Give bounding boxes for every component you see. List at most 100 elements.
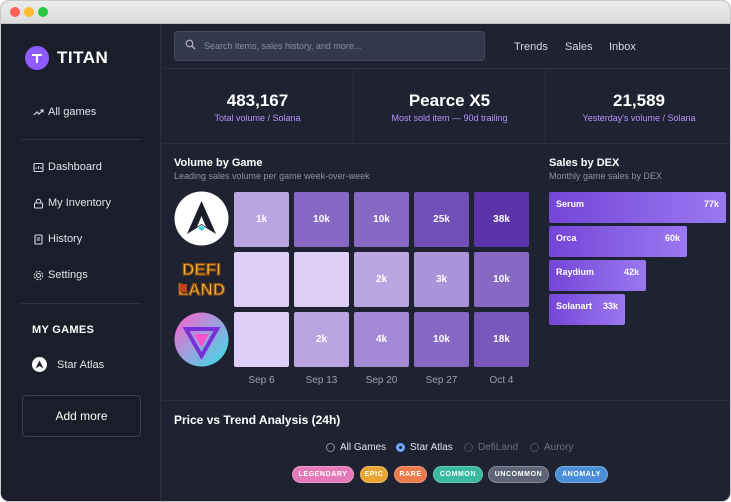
stat-yesterday-volume: 21,589 Yesterday's volume / Solana	[546, 69, 730, 144]
sidebar: TITAN All games Dashboard My Inventory H…	[1, 24, 161, 501]
heatmap-cell[interactable]: 38k	[474, 192, 529, 247]
sales-by-dex-title: Sales by DEX	[549, 157, 620, 169]
heatmap-cell[interactable]: 1k	[234, 192, 289, 247]
stat-label: Total volume / Solana	[214, 113, 301, 123]
dex-bar-value: 42k	[623, 267, 639, 277]
trending-icon	[32, 106, 44, 118]
dex-bar-value: 77k	[703, 199, 719, 209]
heatmap-cell[interactable]: 18k	[474, 312, 529, 367]
sidebar-item-label: Dashboard	[48, 161, 102, 173]
search-input[interactable]	[204, 41, 474, 51]
stat-value: 21,589	[613, 91, 665, 110]
nav-link-inbox[interactable]: Inbox	[609, 41, 636, 53]
rarity-uncommon-pill[interactable]: UNCOMMON	[488, 466, 549, 483]
heatmap-cell[interactable]: 10k	[414, 312, 469, 367]
sidebar-item-label: My Inventory	[48, 197, 111, 209]
filter-star-atlas[interactable]: Star Atlas	[396, 442, 453, 453]
dex-bar[interactable]: Solanart 33k	[549, 294, 625, 325]
radio-selected-icon	[396, 443, 405, 452]
week-label: Oct 4	[489, 375, 514, 386]
dex-bar-value: 60k	[664, 233, 680, 243]
dex-bar[interactable]: Serum 77k	[549, 192, 726, 223]
nav-link-trends[interactable]: Trends	[514, 41, 548, 53]
dashboard-icon	[32, 161, 44, 173]
filter-defiland[interactable]: DefiLand	[464, 442, 518, 453]
heatmap-cell[interactable]: 3k	[414, 252, 469, 307]
zoom-window-button[interactable]	[38, 7, 48, 17]
search-icon	[185, 37, 196, 55]
sidebar-item-label: History	[48, 233, 83, 245]
heatmap-cell[interactable]: 2k	[354, 252, 409, 307]
sidebar-item-label: Settings	[48, 269, 88, 281]
heatmap-cell[interactable]: 4k	[354, 312, 409, 367]
dex-bar-label: Raydium	[556, 267, 595, 277]
app-logo[interactable]: TITAN	[25, 46, 108, 70]
sidebar-item-my-inventory[interactable]: My Inventory	[32, 197, 111, 209]
heatmap-cell[interactable]	[234, 252, 289, 307]
filter-label: Star Atlas	[410, 442, 453, 453]
dex-bar-label: Solanart	[556, 301, 593, 311]
dex-bar[interactable]: Orca 60k	[549, 226, 687, 257]
stat-total-volume: 483,167 Total volume / Solana	[162, 69, 353, 144]
star-atlas-icon	[32, 357, 47, 372]
filter-label: All Games	[340, 442, 387, 453]
star-atlas-logo	[174, 191, 229, 246]
week-label: Sep 20	[365, 375, 398, 386]
stat-label: Most sold item — 90d trailing	[391, 113, 508, 123]
nav-link-sales[interactable]: Sales	[565, 41, 593, 53]
stat-most-sold-item: Pearce X5 Most sold item — 90d trailing	[354, 69, 545, 144]
week-label: Sep 27	[425, 375, 458, 386]
heatmap-cell[interactable]	[294, 252, 349, 307]
app-name: TITAN	[57, 48, 109, 67]
heatmap-cell[interactable]: 25k	[414, 192, 469, 247]
dex-bar[interactable]: Raydium 42k	[549, 260, 646, 291]
minimize-window-button[interactable]	[24, 7, 34, 17]
rarity-anomaly-pill[interactable]: ANOMALY	[555, 466, 608, 483]
heatmap-cell[interactable]: 10k	[474, 252, 529, 307]
sidebar-item-dashboard[interactable]: Dashboard	[32, 161, 102, 173]
my-games-heading: MY GAMES	[32, 324, 95, 336]
stat-label: Yesterday's volume / Solana	[582, 113, 696, 123]
filter-all-games[interactable]: All Games	[326, 442, 386, 453]
document-icon	[32, 233, 44, 245]
rarity-common-pill[interactable]: COMMON	[433, 466, 483, 483]
dex-bar-label: Serum	[556, 199, 585, 209]
aurory-logo	[174, 312, 229, 367]
window-titlebar	[1, 1, 730, 24]
sidebar-item-label: All games	[48, 106, 97, 118]
radio-icon	[530, 443, 539, 452]
sidebar-item-all-games[interactable]: All games	[32, 106, 96, 118]
titan-logo-icon	[25, 46, 49, 70]
week-label: Sep 6	[248, 375, 275, 386]
gear-icon	[32, 269, 44, 281]
heatmap-cell[interactable]: 2k	[294, 312, 349, 367]
filter-label: DefiLand	[478, 442, 519, 453]
app-window: TITAN All games Dashboard My Inventory H…	[0, 0, 731, 502]
sidebar-divider	[21, 303, 141, 304]
rarity-legendary-pill[interactable]: LEGENDARY	[292, 466, 354, 483]
stats-row: 483,167 Total volume / Solana Pearce X5 …	[162, 69, 730, 144]
add-more-button[interactable]: Add more	[22, 395, 141, 437]
sidebar-item-history[interactable]: History	[32, 233, 82, 245]
stat-value: Pearce X5	[408, 91, 491, 110]
sidebar-item-settings[interactable]: Settings	[32, 269, 88, 281]
close-window-button[interactable]	[10, 7, 20, 17]
heatmap-cell[interactable]: 10k	[354, 192, 409, 247]
volume-by-game-subtitle: Leading sales volume per game week-over-…	[174, 171, 370, 181]
radio-icon	[464, 443, 473, 452]
dex-bar-value: 33k	[602, 301, 618, 311]
dex-bar-label: Orca	[556, 233, 577, 243]
sidebar-divider	[21, 139, 141, 140]
search-box[interactable]	[174, 31, 485, 61]
defiland-logo: DEFI LAND	[174, 251, 229, 306]
heatmap-cell[interactable]	[234, 312, 289, 367]
section-divider	[162, 400, 730, 401]
radio-icon	[326, 443, 335, 452]
rarity-epic-pill[interactable]: EPIC	[360, 466, 388, 483]
sidebar-game-star-atlas[interactable]: Star Atlas	[32, 357, 104, 372]
rarity-rare-pill[interactable]: RARE	[394, 466, 427, 483]
filter-label: Aurory	[544, 442, 574, 453]
filter-aurory[interactable]: Aurory	[530, 442, 573, 453]
heatmap-cell[interactable]: 10k	[294, 192, 349, 247]
volume-by-game-title: Volume by Game	[174, 157, 263, 169]
